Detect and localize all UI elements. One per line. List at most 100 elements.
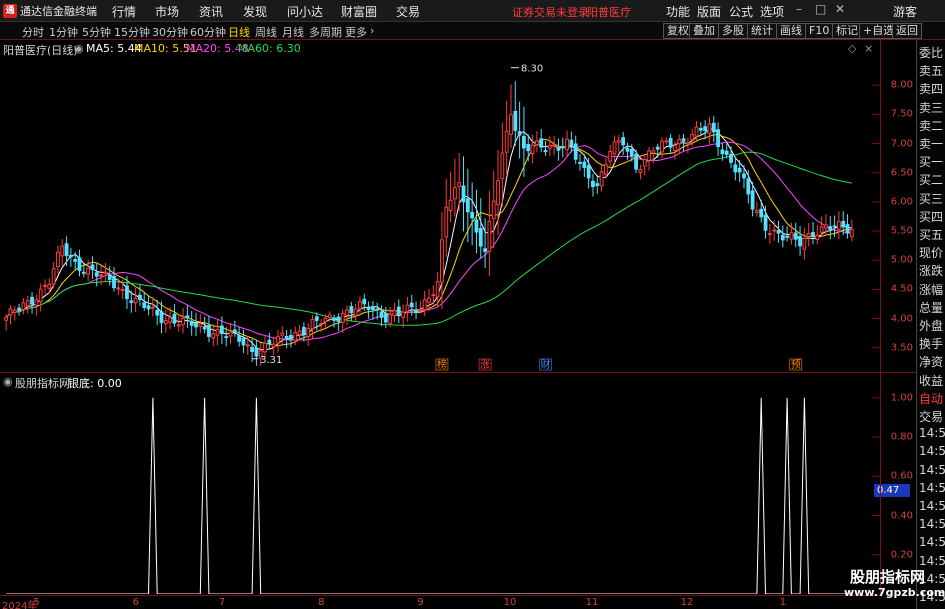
candle	[621, 131, 626, 155]
candle-body	[724, 150, 729, 155]
candle	[509, 84, 513, 149]
quote-field-label[interactable]: 换手	[919, 335, 943, 352]
menu-formula[interactable]: 公式	[729, 3, 753, 20]
quote-field-label[interactable]: 涨幅	[919, 281, 943, 298]
draw-line-button[interactable]: 画线	[776, 23, 806, 39]
maximize-icon[interactable]: □	[815, 2, 826, 16]
quote-field-label[interactable]: 涨跌	[919, 262, 943, 279]
tab-5min[interactable]: 5分钟	[82, 24, 111, 40]
indicator-chart[interactable]	[0, 388, 880, 594]
quote-field-label[interactable]: 14:56	[919, 463, 945, 477]
quote-field-label[interactable]: 14:56	[919, 499, 945, 513]
tab-weekly[interactable]: 周线	[255, 24, 277, 40]
pane-settings-icon[interactable]: ◇	[848, 42, 856, 55]
quote-field-label[interactable]: 卖五	[919, 62, 943, 79]
minimize-icon[interactable]: –	[796, 2, 802, 16]
statistics-button[interactable]: 统计	[747, 23, 777, 39]
candle	[664, 136, 669, 145]
candle	[64, 236, 69, 267]
quote-field-label[interactable]: 买五	[919, 226, 943, 243]
candle	[379, 305, 384, 327]
tab-multi-period[interactable]: 多周期	[309, 24, 342, 40]
menu-trade[interactable]: 交易	[396, 3, 420, 20]
candle	[34, 294, 39, 316]
quote-field-label[interactable]: 买二	[919, 171, 943, 188]
menu-market[interactable]: 市场	[155, 3, 179, 20]
candlestick-chart[interactable]: 8.30 3.31 榜 涨 财 预	[0, 56, 880, 371]
candle-body	[448, 199, 453, 211]
f10-button[interactable]: F10	[805, 23, 834, 39]
candle	[522, 106, 526, 177]
menu-ask[interactable]: 问小达	[287, 3, 323, 20]
date-tick: 8	[318, 597, 325, 608]
candle	[616, 134, 621, 153]
quote-field-label[interactable]: 买四	[919, 208, 943, 225]
price-tick: 4.00	[890, 313, 913, 324]
candle	[276, 329, 280, 353]
low-price-annotation: 3.31	[260, 355, 282, 366]
candle-body	[340, 312, 345, 324]
quote-field-label[interactable]: 14:56	[919, 481, 945, 495]
tab-timeshare[interactable]: 分时	[22, 24, 44, 40]
quote-field-label[interactable]: 14:56	[919, 517, 945, 531]
tab-daily[interactable]: 日线	[228, 24, 250, 40]
candle	[90, 256, 95, 279]
menu-layout[interactable]: 版面	[697, 3, 721, 20]
back-button[interactable]: 返回	[892, 23, 922, 39]
candle	[815, 224, 820, 245]
tab-more[interactable]: 更多	[345, 24, 367, 40]
mark-button[interactable]: 标记	[832, 23, 862, 39]
quote-field-label[interactable]: 外盘	[919, 317, 943, 334]
quote-field-label[interactable]: 14:56	[919, 444, 945, 458]
candle-body	[811, 232, 815, 237]
close-icon[interactable]: ✕	[835, 2, 845, 16]
overlay-button[interactable]: 叠加	[689, 23, 719, 39]
quote-field-label[interactable]: 收益	[919, 372, 943, 389]
login-notice[interactable]: 证券交易未登录	[512, 4, 589, 20]
multi-stock-button[interactable]: 多股	[718, 23, 748, 39]
menu-wealth[interactable]: 财富圈	[341, 3, 377, 20]
quote-field-label[interactable]: 买一	[919, 153, 943, 170]
candle-body	[232, 329, 237, 333]
candle-body	[81, 271, 86, 274]
quote-field-label[interactable]: 自动	[919, 390, 943, 407]
candle-body	[362, 298, 367, 305]
menu-quotes[interactable]: 行情	[112, 3, 136, 20]
tab-15min[interactable]: 15分钟	[114, 24, 150, 40]
candle-body	[591, 180, 595, 188]
tab-60min[interactable]: 60分钟	[190, 24, 226, 40]
price-tick: 8.00	[890, 79, 913, 91]
tab-monthly[interactable]: 月线	[282, 24, 304, 40]
quote-field-label[interactable]: 总量	[919, 299, 943, 316]
tab-30min[interactable]: 30分钟	[152, 24, 188, 40]
candle-body	[293, 331, 298, 341]
menu-discover[interactable]: 发现	[243, 3, 267, 20]
candle	[733, 156, 738, 181]
quote-field-label[interactable]: 净资	[919, 353, 943, 370]
indicator-settings-icon[interactable]: ◉	[3, 375, 13, 388]
menu-function[interactable]: 功能	[666, 3, 690, 20]
menu-options[interactable]: 选项	[760, 3, 784, 20]
quote-field-label[interactable]: 委比	[919, 44, 943, 61]
settings-circle-icon[interactable]: ◉	[74, 42, 84, 55]
candle-body	[245, 344, 250, 347]
menu-news[interactable]: 资讯	[199, 3, 223, 20]
quote-field-label[interactable]: 卖一	[919, 135, 943, 152]
guest-user[interactable]: 游客	[893, 3, 917, 20]
quote-field-label[interactable]: 现价	[919, 244, 943, 261]
candle	[155, 299, 160, 326]
date-tick: 6	[132, 597, 139, 608]
quote-field-label[interactable]: 卖三	[919, 99, 943, 116]
candle-body	[349, 306, 354, 314]
quote-field-label[interactable]: 14:56	[919, 535, 945, 549]
price-tick: 3.50	[890, 342, 913, 354]
quote-field-label[interactable]: 卖二	[919, 117, 943, 134]
pane-close-icon[interactable]: ×	[864, 42, 873, 55]
more-chevron-icon[interactable]: ›	[370, 24, 374, 37]
candle	[396, 299, 401, 324]
tab-1min[interactable]: 1分钟	[49, 24, 78, 40]
quote-field-label[interactable]: 14:56	[919, 426, 945, 440]
quote-field-label[interactable]: 卖四	[919, 80, 943, 97]
quote-field-label[interactable]: 买三	[919, 190, 943, 207]
quote-field-label[interactable]: 交易	[919, 408, 943, 425]
